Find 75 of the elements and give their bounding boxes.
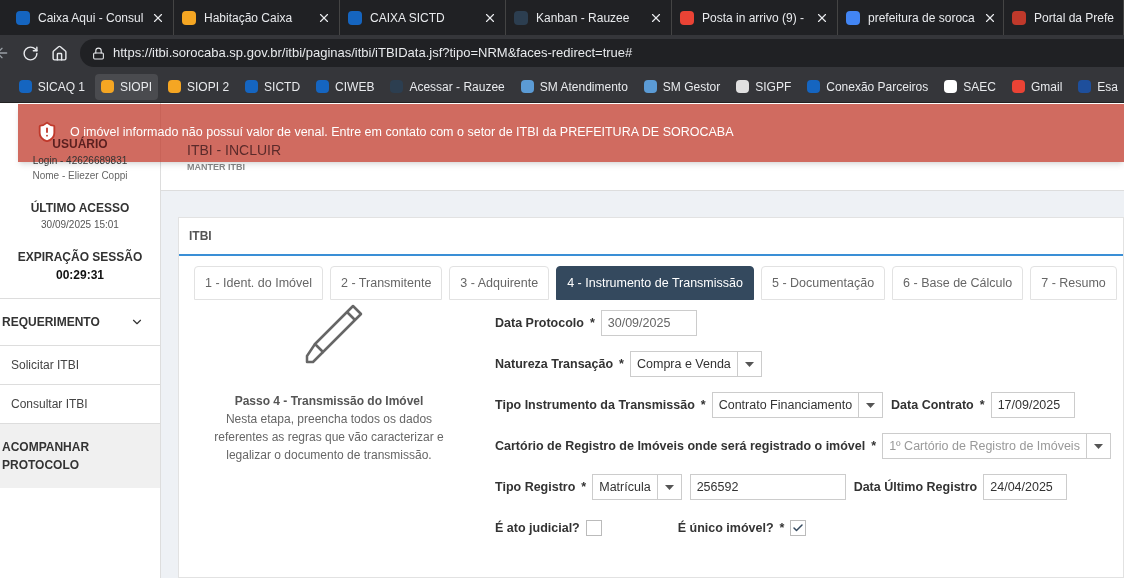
required-mark: * [779, 519, 785, 537]
user-name: Nome - Eliezer Coppi [32, 169, 128, 183]
bookmark[interactable]: SIOPI 2 [162, 73, 236, 100]
step-description: Nesta etapa, preencha todos os dados referentes as regras que vão caracterizar e legalizar o documento de transmissão. [213, 411, 445, 464]
step-tab[interactable]: 1 - Ident. do Imóvel [194, 266, 323, 300]
bookmark[interactable]: SICTD [239, 73, 307, 100]
section-heading: EXPIRAÇÃO SESSÃO [17, 248, 143, 266]
section-heading: ÚLTIMO ACESSO [30, 199, 130, 217]
menu-group[interactable]: ACOMPANHAR PROTOCOLO [0, 423, 160, 488]
step-tab[interactable]: 2 - Transmitente [330, 266, 443, 300]
page-title: ITBI - INCLUIR [187, 140, 283, 160]
field-label: Cartório de Registro de Imóveis onde será registrado o imóvel [495, 437, 866, 455]
input-field[interactable]: 17/09/2025 [990, 392, 1075, 418]
field-label: Tipo Instrumento da Transmissão [495, 396, 695, 414]
bookmark[interactable]: SIOPI [95, 73, 159, 100]
tab-title: Posta in arrivo (9) - [702, 9, 806, 27]
bookmark[interactable]: SICAQ 1 [12, 73, 91, 100]
step-tab[interactable]: 7 - Resumo [1030, 266, 1117, 300]
menu-item[interactable]: Solicitar ITBI [0, 345, 160, 384]
input-field[interactable]: 256592 [689, 474, 846, 500]
step-tab[interactable]: 6 - Base de Cálculo [892, 266, 1024, 300]
field-label: Data Último Registro [853, 478, 978, 496]
tab-title: Kanban - Rauzee [536, 9, 631, 27]
step-tab[interactable]: 4 - Instrumento de Transmissão [556, 266, 754, 300]
field-label: Tipo Registro [495, 478, 576, 496]
field-label: É único imóvel? [677, 519, 774, 537]
field-label: Natureza Transação [495, 355, 614, 373]
field-label: É ato judicial? [495, 519, 580, 537]
section-heading: USUÁRIO [52, 136, 108, 153]
last-access-date: 30/09/2025 15:01 [41, 218, 119, 232]
bookmark[interactable]: Gmail [1005, 73, 1069, 100]
select-field[interactable]: Contrato Financiamento [711, 392, 884, 418]
field-label: Data Contrato [891, 396, 974, 414]
field-label: Data Protocolo [495, 314, 584, 332]
select-field[interactable]: Compra e Venda [630, 351, 762, 377]
bookmark[interactable]: SM Atendimento [514, 73, 634, 100]
select-field[interactable]: Matrícula [592, 474, 682, 500]
card-title: ITBI [189, 228, 212, 245]
checkbox[interactable] [790, 520, 807, 536]
checkbox[interactable] [585, 520, 602, 536]
required-mark: * [700, 396, 706, 414]
tab-title: Habitação Caixa [204, 9, 294, 27]
caret-icon [866, 402, 876, 408]
reload-icon[interactable] [22, 44, 39, 62]
lock-icon [92, 46, 105, 60]
home-icon[interactable] [51, 44, 68, 62]
tab-title: Caixa Aqui - Consul [38, 9, 144, 27]
step-tab[interactable]: 5 - Documentação [760, 266, 886, 300]
step-title: Passo 4 - Transmissão do Imóvel [234, 393, 424, 410]
caret-icon [1093, 443, 1103, 449]
bookmark[interactable]: Acessar - Rauzee [384, 73, 511, 100]
bookmark[interactable]: Conexão Parceiros [801, 73, 935, 100]
tab-title: Portal da Prefe [1034, 9, 1115, 27]
bookmark[interactable]: SIGPF [730, 73, 798, 100]
bookmark[interactable]: SAEC [938, 73, 1002, 100]
bookmark[interactable]: CIWEB [310, 73, 381, 100]
step-tab[interactable]: 3 - Adquirente [449, 266, 550, 300]
caret-icon [744, 361, 754, 367]
input-field[interactable]: 24/04/2025 [983, 474, 1068, 500]
required-mark: * [979, 396, 985, 414]
bookmark[interactable]: Esa [1072, 73, 1124, 100]
required-mark: * [619, 355, 624, 373]
required-mark: * [589, 314, 595, 332]
page-subtitle: MANTER ITBI [187, 160, 246, 174]
check-icon [792, 522, 805, 534]
address-field[interactable]: https://itbi.sorocaba.sp.gov.br/itbi/paginas/itbi/iTBIData.jsf?tipo=NRM&faces-redirect=true# [80, 39, 1124, 67]
pen-icon [303, 304, 365, 366]
tab-title: CAIXA SICTD [370, 9, 446, 27]
required-mark: * [871, 437, 877, 455]
bookmark[interactable]: SM Gestor [637, 73, 727, 100]
url-text: https://itbi.sorocaba.sp.gov.br/itbi/paginas/itbi/iTBIData.jsf?tipo=NRM&faces-redirect=true# [113, 44, 633, 63]
session-timer: 00:29:31 [55, 267, 104, 284]
caret-icon [664, 484, 674, 490]
required-mark: * [581, 478, 587, 496]
tab-title: prefeitura de soroca [868, 9, 975, 27]
